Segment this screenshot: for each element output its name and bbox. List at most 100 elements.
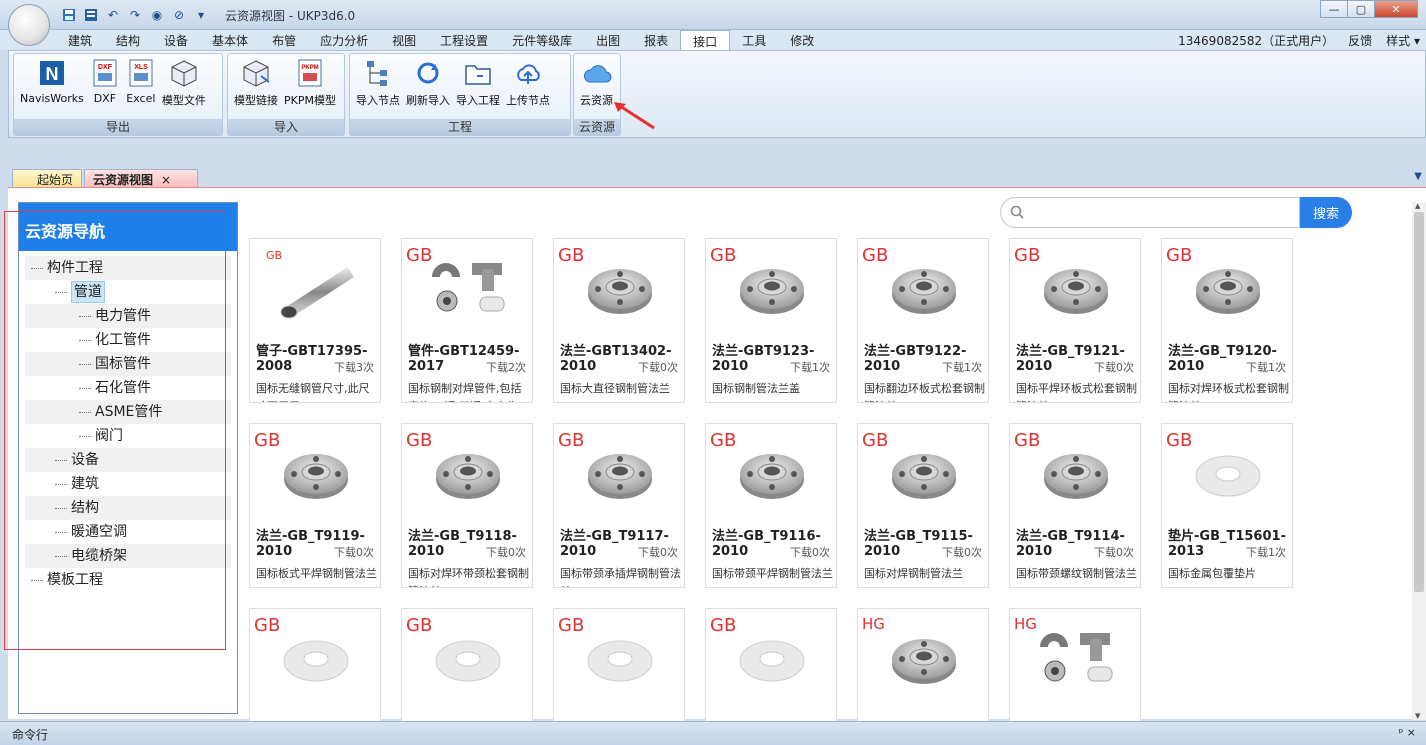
menu-tab[interactable]: 报表	[632, 30, 680, 50]
pin-close-icon[interactable]: ᵖ ×	[1399, 726, 1416, 739]
hide-icon[interactable]: ⊘	[170, 7, 188, 23]
tree-item[interactable]: 化工管件	[25, 328, 231, 352]
standard-label: HG	[862, 615, 885, 633]
refresh-icon	[417, 62, 439, 84]
menu-tab[interactable]: 修改	[778, 30, 826, 50]
search-input[interactable]	[1000, 197, 1300, 228]
tree-item[interactable]: 模板工程	[25, 568, 231, 592]
standard-label: GB	[862, 430, 889, 451]
tab-start-page[interactable]: 起始页	[12, 169, 82, 188]
tree-item[interactable]: 构件工程	[25, 256, 231, 280]
tab-cloud-resource-view[interactable]: 云资源视图 ×	[84, 169, 198, 188]
upload-node-button[interactable]: 上传节点	[504, 58, 552, 108]
menu-tab[interactable]: 结构	[104, 30, 152, 50]
resource-card[interactable]: GB 法兰-GB_T9115-2010 下载0次 国标对焊钢制管法兰	[857, 423, 989, 588]
resource-card[interactable]: GB管件-GBT12459-2017下载2次国标钢制对焊管件,包括弯头,三通,四…	[401, 238, 533, 403]
tabs-dropdown-icon[interactable]: ▼	[1414, 171, 1422, 182]
menu-tab[interactable]: 出图	[584, 30, 632, 50]
tree-connector	[55, 292, 67, 293]
resource-card[interactable]: GB法兰-GB_T9118-2010下载0次国标对焊环带颈松套钢制管法兰	[401, 423, 533, 588]
tree-item[interactable]: 管道	[25, 280, 231, 304]
model-file-button[interactable]: 模型文件	[160, 58, 208, 108]
refresh-import-button[interactable]: 刷新导入	[404, 58, 452, 108]
tree-item[interactable]: 暖通空调	[25, 520, 231, 544]
tree-item[interactable]: ASME管件	[25, 400, 231, 424]
download-count: 下载0次	[790, 544, 830, 560]
scroll-down-icon[interactable]: ▼	[1415, 712, 1420, 720]
menu-tab[interactable]: 设备	[152, 30, 200, 50]
user-account[interactable]: 13469082582（正式用户）	[1178, 32, 1334, 49]
scrollbar-thumb[interactable]	[1414, 212, 1424, 592]
search-bar: 搜索	[1000, 197, 1352, 228]
tree-item[interactable]: 阀门	[25, 424, 231, 448]
search-button[interactable]: 搜索	[1300, 197, 1352, 228]
menu-tab[interactable]: 基本体	[200, 30, 260, 50]
save-icon[interactable]	[60, 7, 78, 23]
tree-item[interactable]: 结构	[25, 496, 231, 520]
import-node-button[interactable]: 导入节点	[354, 58, 402, 108]
command-line-label: 命令行	[12, 728, 49, 742]
ribbon-group-label: 导入	[228, 119, 344, 135]
resource-card[interactable]: GB法兰-GB_T9121-2010下载0次国标平焊环板式松套钢制管法兰	[1009, 238, 1141, 403]
tree-item[interactable]: 设备	[25, 448, 231, 472]
import-project-button[interactable]: 导入工程	[454, 58, 502, 108]
svg-text:DXF: DXF	[98, 64, 113, 71]
eye-icon[interactable]: ◉	[148, 7, 166, 23]
qat-dropdown-icon[interactable]: ▾	[192, 7, 210, 23]
menu-tab[interactable]: 视图	[380, 30, 428, 50]
download-count: 下载0次	[1094, 359, 1134, 375]
menu-tab[interactable]: 工程设置	[428, 30, 500, 50]
resource-card[interactable]: GB 法兰-GB_T9119-2010 下载0次 国标板式平焊钢制管法兰	[249, 423, 381, 588]
card-description: 国标带颈承插焊钢制管法兰	[560, 567, 681, 587]
tree-item[interactable]: 国标管件	[25, 352, 231, 376]
svg-text:XLS: XLS	[134, 64, 148, 71]
card-description: 国标对焊环板式松套钢制管法兰	[1168, 382, 1289, 402]
ribbon-group-label: 工程	[350, 119, 570, 135]
menu-tab[interactable]: 布管	[260, 30, 308, 50]
vertical-scrollbar[interactable]: ▲ ▼	[1412, 202, 1426, 720]
navisworks-button[interactable]: N NavisWorks	[18, 58, 86, 108]
tree-item[interactable]: 电缆桥架	[25, 544, 231, 568]
close-button[interactable]: ✕	[1374, 0, 1418, 18]
menu-tab[interactable]: 应力分析	[308, 30, 380, 50]
dxf-icon: DXF	[93, 59, 117, 87]
resource-card[interactable]: GB 垫片-GB_T15601-2013 下载1次 国标金属包覆垫片	[1161, 423, 1293, 588]
tab-close-icon[interactable]: ×	[161, 173, 171, 187]
undo-icon[interactable]: ↶	[104, 7, 122, 23]
card-description: 国标无缝钢管尺寸,此尺寸可用于	[256, 382, 370, 402]
menu-tab[interactable]: 接口	[680, 30, 731, 50]
minimize-button[interactable]: —	[1320, 0, 1348, 18]
resource-card[interactable]: GB 法兰-GB_T9114-2010 下载0次 国标带颈螺纹钢制管法兰	[1009, 423, 1141, 588]
cloud-resource-button[interactable]: 云资源	[578, 58, 615, 108]
tree-item[interactable]: 建筑	[25, 472, 231, 496]
feedback-link[interactable]: 反馈	[1348, 32, 1372, 49]
excel-button[interactable]: XLS Excel	[124, 58, 158, 108]
maximize-button[interactable]: ▢	[1347, 0, 1375, 18]
menu-tab[interactable]: 建筑	[56, 30, 104, 50]
redo-icon[interactable]: ↷	[126, 7, 144, 23]
resource-card[interactable]: GB 法兰-GB_T9116-2010 下载0次 国标带颈平焊钢制管法兰	[705, 423, 837, 588]
pkpm-model-button[interactable]: PKPM PKPM模型	[282, 58, 338, 108]
scroll-up-icon[interactable]: ▲	[1415, 202, 1420, 210]
resource-card[interactable]: GB 法兰-GBT13402-2010 下载0次 国标大直径钢制管法兰	[553, 238, 685, 403]
resource-card[interactable]: GB法兰-GB_T9117-2010下载0次国标带颈承插焊钢制管法兰	[553, 423, 685, 588]
style-label: 样式	[1386, 34, 1411, 48]
menu-tab[interactable]: 元件等级库	[500, 30, 584, 50]
tree-item[interactable]: 石化管件	[25, 376, 231, 400]
standard-label: GB	[254, 430, 281, 451]
tree-item[interactable]: 电力管件	[25, 304, 231, 328]
resource-card[interactable]: GB法兰-GBT9122-2010下载1次国标翻边环板式松套钢制管法兰	[857, 238, 989, 403]
resource-card[interactable]: GB法兰-GB_T9120-2010下载1次国标对焊环板式松套钢制管法兰	[1161, 238, 1293, 403]
dxf-button[interactable]: DXF DXF	[88, 58, 122, 108]
application-menu-button[interactable]	[8, 4, 50, 46]
resource-card[interactable]: GB 法兰-GBT9123-2010 下载1次 国标钢制管法兰盖	[705, 238, 837, 403]
download-count: 下载3次	[334, 359, 374, 375]
style-menu[interactable]: 样式 ▾	[1386, 32, 1420, 49]
save-as-icon[interactable]	[82, 7, 100, 23]
standard-label: GB	[406, 245, 433, 266]
annotation-arrow	[614, 102, 655, 130]
resource-card[interactable]: GB管子-GBT17395-2008下载3次国标无缝钢管尺寸,此尺寸可用于	[249, 238, 381, 403]
model-link-button[interactable]: 模型链接	[232, 58, 280, 108]
menu-tab[interactable]: 工具	[730, 30, 778, 50]
standard-label: GB	[710, 430, 737, 451]
